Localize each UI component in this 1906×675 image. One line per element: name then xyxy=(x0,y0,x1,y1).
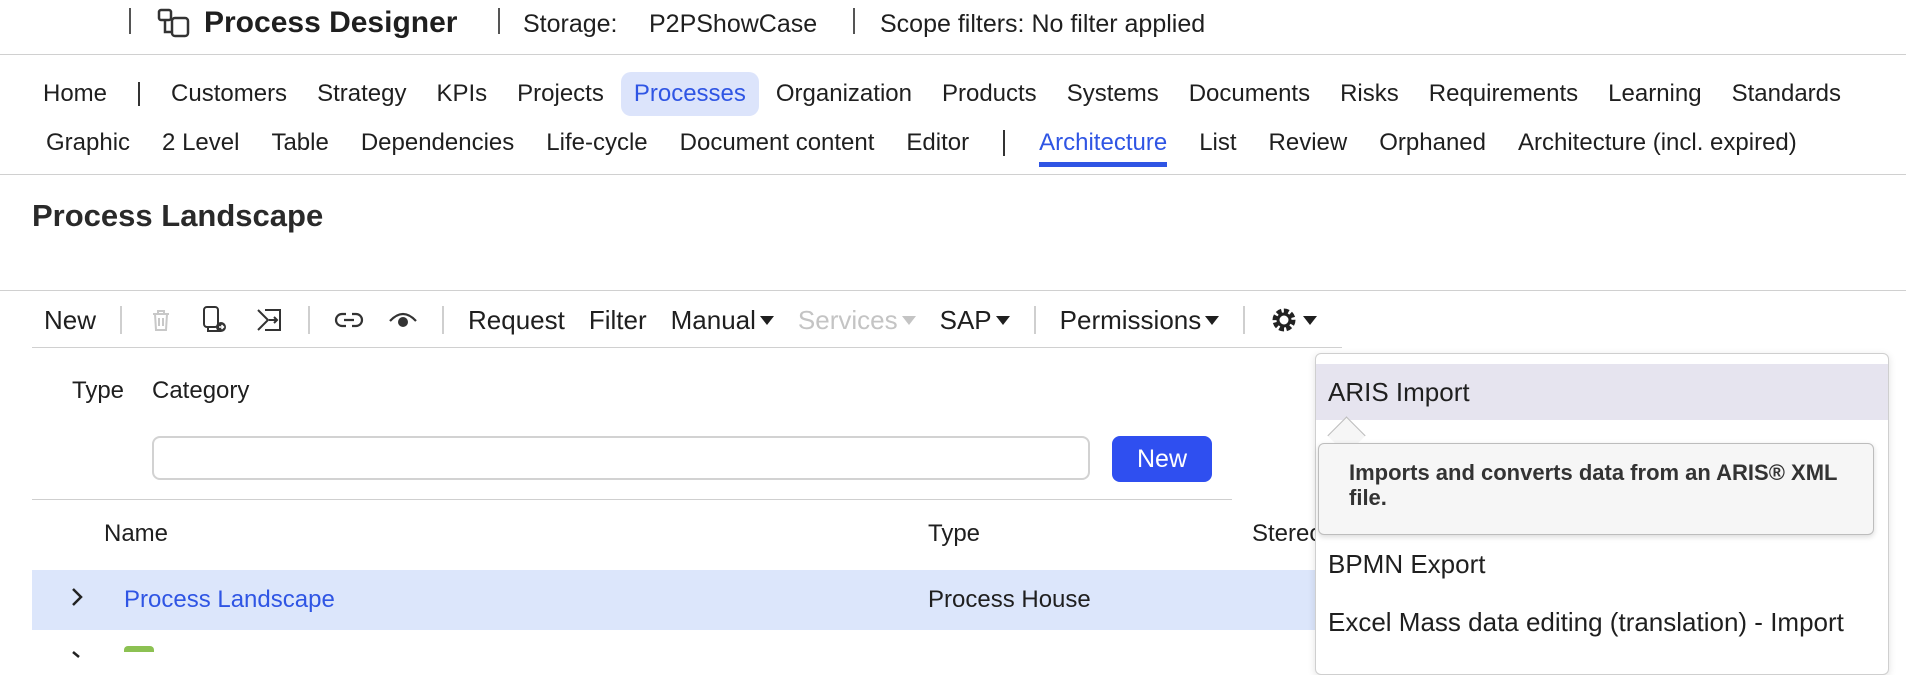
chevron-right-icon[interactable] xyxy=(70,646,84,664)
nav-home[interactable]: Home xyxy=(28,72,122,116)
menu-item-tooltip: Imports and converts data from an ARIS® … xyxy=(1318,443,1874,535)
menu-item-bpmn-export[interactable]: BPMN Export xyxy=(1316,536,1888,592)
filter-bottom-border xyxy=(32,499,1232,500)
manual-dropdown[interactable]: Manual xyxy=(659,296,786,344)
category-label[interactable]: Category xyxy=(152,377,249,405)
nav-divider xyxy=(1003,130,1006,156)
gear-icon xyxy=(1269,305,1299,335)
header-divider xyxy=(853,8,855,34)
tab-document-content[interactable]: Document content xyxy=(664,125,891,161)
toolbar-divider xyxy=(120,306,123,334)
chevron-down-icon xyxy=(1205,315,1220,325)
link-icon xyxy=(334,305,364,335)
trash-icon xyxy=(146,305,176,335)
preview-button[interactable] xyxy=(376,305,430,335)
permissions-label: Permissions xyxy=(1059,305,1202,335)
settings-dropdown[interactable] xyxy=(1257,305,1329,335)
copy-document-icon xyxy=(200,305,230,335)
filter-new-button[interactable]: New xyxy=(1112,436,1212,482)
nav-bottom-border xyxy=(0,174,1906,175)
move-icon xyxy=(254,305,284,335)
column-header-stereo[interactable]: Stereo xyxy=(1252,520,1323,548)
header-bottom-border xyxy=(0,54,1906,55)
toolbar-top-border xyxy=(0,290,1906,291)
nav-requirements[interactable]: Requirements xyxy=(1414,72,1593,116)
move-button[interactable] xyxy=(242,305,296,335)
permissions-dropdown[interactable]: Permissions xyxy=(1048,296,1232,344)
nav-strategy[interactable]: Strategy xyxy=(302,72,421,116)
services-label: Services xyxy=(797,305,898,335)
eye-icon xyxy=(388,305,418,335)
nav-customers[interactable]: Customers xyxy=(156,72,302,116)
menu-item-aris-import[interactable]: ARIS Import xyxy=(1316,364,1888,420)
tab-list[interactable]: List xyxy=(1183,125,1252,161)
secondary-nav: Graphic 2 Level Table Dependencies Life-… xyxy=(30,121,1813,167)
toolbar-divider xyxy=(1033,306,1036,334)
storage-label: Storage: xyxy=(523,10,618,38)
column-header-name[interactable]: Name xyxy=(104,520,168,548)
app-logo-icon xyxy=(156,6,192,40)
toolbar-divider xyxy=(1243,306,1246,334)
toolbar-divider xyxy=(308,306,311,334)
storage-value[interactable]: P2PShowCase xyxy=(649,9,817,39)
filter-button[interactable]: Filter xyxy=(577,296,659,344)
nav-standards[interactable]: Standards xyxy=(1717,72,1856,116)
category-filter-input[interactable] xyxy=(152,436,1090,480)
scope-filters[interactable]: Scope filters: No filter applied xyxy=(880,9,1205,39)
tab-dependencies[interactable]: Dependencies xyxy=(345,125,530,161)
link-button[interactable] xyxy=(322,305,376,335)
nav-documents[interactable]: Documents xyxy=(1174,72,1325,116)
tab-editor[interactable]: Editor xyxy=(890,125,985,161)
tab-architecture[interactable]: Architecture xyxy=(1023,125,1183,167)
tab-orphaned[interactable]: Orphaned xyxy=(1363,125,1502,161)
nav-products[interactable]: Products xyxy=(927,72,1052,116)
chevron-down-icon xyxy=(901,315,916,325)
app-title: Process Designer xyxy=(204,6,458,39)
delete-button[interactable] xyxy=(134,305,188,335)
toolbar-divider xyxy=(442,306,445,334)
row-type: Process House xyxy=(928,586,1091,613)
sap-label: SAP xyxy=(939,305,992,335)
nav-organization[interactable]: Organization xyxy=(761,72,927,116)
nav-divider xyxy=(138,82,141,106)
chevron-down-icon xyxy=(759,315,774,325)
menu-item-excel-mass-import[interactable]: Excel Mass data editing (translation) - … xyxy=(1316,594,1888,650)
row-name-link[interactable]: Process Landscape xyxy=(124,570,335,630)
table-row[interactable] xyxy=(32,640,1342,652)
tab-architecture-incl-expired[interactable]: Architecture (incl. expired) xyxy=(1502,125,1813,161)
chevron-right-icon[interactable] xyxy=(70,586,84,613)
tab-graphic[interactable]: Graphic xyxy=(30,125,146,161)
services-dropdown[interactable]: Services xyxy=(786,296,928,344)
nav-projects[interactable]: Projects xyxy=(502,72,619,116)
header-divider xyxy=(129,8,131,34)
nav-kpis[interactable]: KPIs xyxy=(421,72,502,116)
nav-processes[interactable]: Processes xyxy=(620,72,759,116)
object-type-icon xyxy=(124,646,154,652)
chevron-down-icon xyxy=(995,315,1010,325)
page-title: Process Landscape xyxy=(32,198,324,233)
tab-2-level[interactable]: 2 Level xyxy=(146,125,255,161)
tab-review[interactable]: Review xyxy=(1253,125,1364,161)
header-divider xyxy=(498,8,500,34)
primary-nav: Home Customers Strategy KPIs Projects Pr… xyxy=(28,72,1856,116)
sap-dropdown[interactable]: SAP xyxy=(928,296,1022,344)
tab-life-cycle[interactable]: Life-cycle xyxy=(530,125,663,161)
nav-risks[interactable]: Risks xyxy=(1325,72,1414,116)
tab-table[interactable]: Table xyxy=(255,125,344,161)
copy-button[interactable] xyxy=(188,305,242,335)
chevron-down-icon xyxy=(1303,315,1318,325)
nav-learning[interactable]: Learning xyxy=(1593,72,1716,116)
column-header-type[interactable]: Type xyxy=(928,520,980,548)
type-label[interactable]: Type xyxy=(72,377,124,405)
toolbar: New Request Filter Manual Services SAP P… xyxy=(32,296,1329,344)
new-button[interactable]: New xyxy=(32,296,108,344)
nav-systems[interactable]: Systems xyxy=(1052,72,1174,116)
manual-label: Manual xyxy=(670,305,756,335)
toolbar-bottom-border xyxy=(32,347,1342,348)
request-button[interactable]: Request xyxy=(456,296,577,344)
